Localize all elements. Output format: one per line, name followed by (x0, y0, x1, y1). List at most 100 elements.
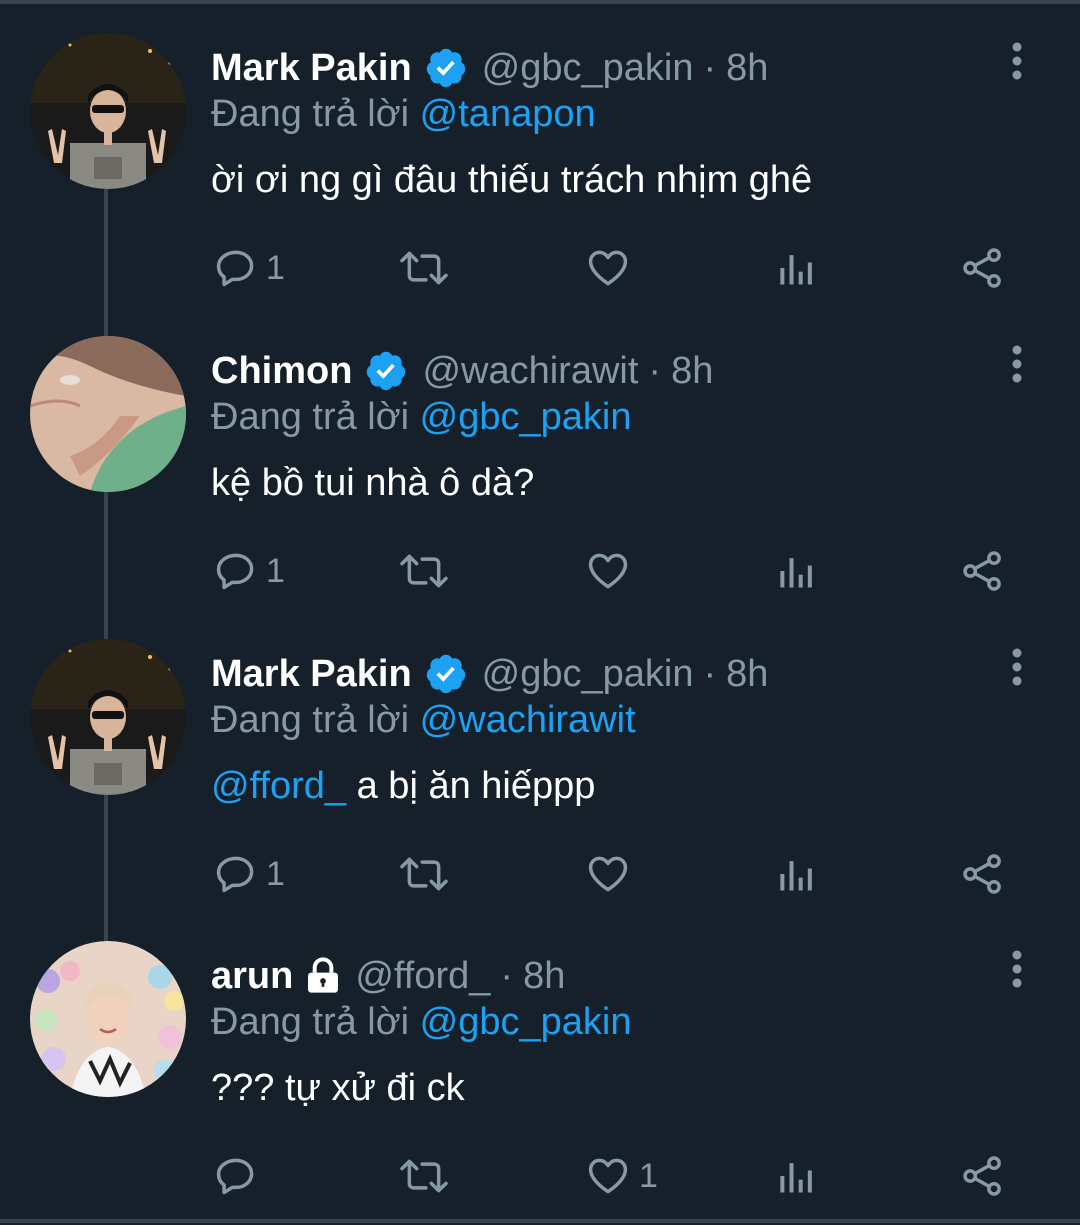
reply-icon (214, 549, 258, 593)
like-button[interactable] (585, 849, 639, 899)
handle[interactable]: @gbc_pakin (482, 653, 694, 696)
display-name[interactable]: arun (211, 955, 293, 998)
replying-to: Đang trả lời @gbc_pakin (211, 1001, 632, 1044)
handle[interactable]: @gbc_pakin (482, 47, 694, 90)
reply-icon (214, 1154, 258, 1198)
timestamp[interactable]: 8h (671, 350, 713, 393)
bottom-separator (0, 1219, 1080, 1223)
handle[interactable]: @fford_ (355, 955, 490, 998)
verified-badge-icon (424, 46, 468, 90)
avatar-mark-pakin[interactable] (30, 639, 186, 795)
tweet-actions: 1 (0, 849, 1080, 899)
tweet-header: arun @fford_ · 8h (211, 951, 565, 1001)
analytics-icon (775, 246, 815, 290)
display-name[interactable]: Chimon (211, 350, 352, 393)
analytics-icon (775, 549, 815, 593)
tweet-header: Mark Pakin @gbc_pakin · 8h (211, 649, 768, 699)
body-mention[interactable]: @fford_ (211, 765, 346, 807)
retweet-button[interactable] (398, 243, 458, 293)
heart-icon (585, 549, 631, 593)
reply-icon (214, 246, 258, 290)
replying-to: Đang trả lời @tanapon (211, 93, 596, 136)
analytics-button[interactable] (775, 849, 815, 899)
body-text: a bị ăn hiếppp (346, 765, 596, 807)
share-button[interactable] (960, 546, 1006, 596)
more-vertical-icon[interactable] (1004, 342, 1030, 386)
timestamp[interactable]: 8h (726, 47, 768, 90)
reply-count: 1 (266, 551, 285, 590)
replying-to: Đang trả lời @gbc_pakin (211, 396, 632, 439)
tweet-actions: 1 (0, 243, 1080, 293)
share-button[interactable] (960, 243, 1006, 293)
verified-badge-icon (424, 652, 468, 696)
body-text: ời ơi ng gì đâu thiếu trách nhịm ghê (211, 159, 813, 201)
analytics-icon (775, 852, 815, 896)
reply-button[interactable]: 1 (214, 243, 285, 293)
top-separator (0, 0, 1080, 4)
tweet-actions: 1 (0, 546, 1080, 596)
more-vertical-icon[interactable] (1004, 947, 1030, 991)
analytics-button[interactable] (775, 1151, 815, 1201)
avatar-arun[interactable] (30, 941, 186, 1097)
display-name[interactable]: Mark Pakin (211, 47, 412, 90)
tweet-text: ??? tự xử đi ck (211, 1067, 465, 1110)
retweet-button[interactable] (398, 849, 458, 899)
reply-button[interactable]: 1 (214, 546, 285, 596)
analytics-button[interactable] (775, 546, 815, 596)
tweet-text: kệ bồ tui nhà ô dà? (211, 462, 534, 505)
separator-dot: · (648, 349, 662, 392)
retweet-icon (398, 1154, 450, 1198)
heart-icon (585, 852, 631, 896)
reply-count: 1 (266, 248, 285, 287)
timestamp[interactable]: 8h (523, 955, 565, 998)
tweet-actions: 1 (0, 1151, 1080, 1201)
share-button[interactable] (960, 849, 1006, 899)
tweet-header: Mark Pakin @gbc_pakin · 8h (211, 43, 768, 93)
share-icon (960, 852, 1006, 896)
retweet-icon (398, 549, 450, 593)
tweet-header: Chimon @wachirawit · 8h (211, 346, 713, 396)
replying-to-mention[interactable]: @wachirawit (420, 699, 636, 741)
like-button[interactable]: 1 (585, 1151, 658, 1201)
like-count: 1 (639, 1156, 658, 1195)
heart-icon (585, 1154, 631, 1198)
timestamp[interactable]: 8h (726, 653, 768, 696)
reply-count: 1 (266, 854, 285, 893)
analytics-icon (775, 1154, 815, 1198)
share-icon (960, 1154, 1006, 1198)
heart-icon (585, 246, 631, 290)
separator-dot: · (703, 46, 717, 89)
replying-to-label: Đang trả lời (211, 396, 410, 438)
avatar-chimon[interactable] (30, 336, 186, 492)
replying-to: Đang trả lời @wachirawit (211, 699, 636, 742)
reply-button[interactable]: 1 (214, 849, 285, 899)
display-name[interactable]: Mark Pakin (211, 653, 412, 696)
lock-icon (303, 956, 343, 996)
replying-to-mention[interactable]: @tanapon (420, 93, 596, 135)
share-button[interactable] (960, 1151, 1006, 1201)
share-icon (960, 246, 1006, 290)
replying-to-mention[interactable]: @gbc_pakin (420, 1001, 632, 1043)
share-icon (960, 549, 1006, 593)
tweet-text: @fford_ a bị ăn hiếppp (211, 765, 595, 808)
avatar-mark-pakin[interactable] (30, 33, 186, 189)
body-text: kệ bồ tui nhà ô dà? (211, 462, 535, 504)
like-button[interactable] (585, 546, 639, 596)
replying-to-label: Đang trả lời (211, 699, 410, 741)
more-vertical-icon[interactable] (1004, 39, 1030, 83)
replying-to-mention[interactable]: @gbc_pakin (420, 396, 632, 438)
retweet-button[interactable] (398, 546, 458, 596)
reply-button[interactable] (214, 1151, 266, 1201)
retweet-button[interactable] (398, 1151, 458, 1201)
retweet-icon (398, 246, 450, 290)
body-text: ??? tự xử đi ck (211, 1067, 465, 1109)
more-vertical-icon[interactable] (1004, 645, 1030, 689)
reply-icon (214, 852, 258, 896)
handle[interactable]: @wachirawit (422, 350, 638, 393)
analytics-button[interactable] (775, 243, 815, 293)
separator-dot: · (500, 954, 514, 997)
tweet-text: ời ơi ng gì đâu thiếu trách nhịm ghê (211, 159, 812, 202)
verified-badge-icon (364, 349, 408, 393)
replying-to-label: Đang trả lời (211, 93, 410, 135)
like-button[interactable] (585, 243, 639, 293)
